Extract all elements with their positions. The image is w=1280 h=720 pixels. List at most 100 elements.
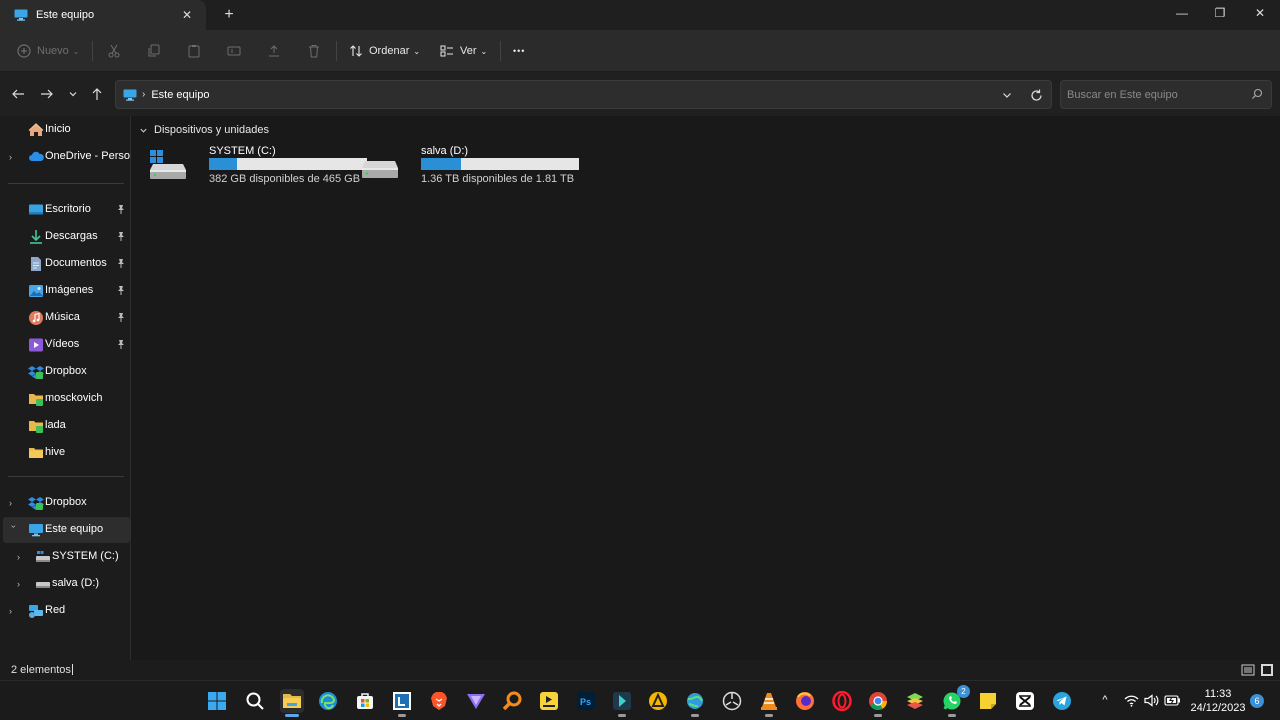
taskbar-brave[interactable]: [427, 689, 451, 713]
tiles-view-icon[interactable]: [1260, 663, 1274, 677]
taskbar-whatsapp[interactable]: 2: [940, 685, 970, 717]
cut-button[interactable]: [104, 41, 124, 61]
taskbar-chrome[interactable]: [866, 689, 890, 717]
drive-free-space: 1.36 TB disponibles de 1.81 TB: [421, 173, 575, 185]
taskbar-media-app[interactable]: [610, 689, 634, 717]
sort-button[interactable]: Ordenar ⌄: [349, 40, 420, 62]
sidebar-item-musica[interactable]: Música: [3, 305, 130, 331]
search-input[interactable]: [1067, 86, 1242, 104]
sidebar-item-system-c[interactable]: › SYSTEM (C:): [3, 544, 130, 570]
address-history-button[interactable]: [999, 87, 1015, 103]
taskbar-photoshop[interactable]: Ps: [574, 689, 598, 713]
notification-badge[interactable]: 6: [1250, 694, 1264, 708]
sidebar-item-este-equipo[interactable]: › Este equipo: [3, 517, 130, 543]
sidebar-item-inicio[interactable]: Inicio: [3, 117, 130, 143]
taskbar-vlc[interactable]: [757, 689, 781, 717]
taskbar-search-tool[interactable]: [500, 689, 524, 713]
start-button[interactable]: [205, 689, 229, 713]
forward-button[interactable]: [37, 84, 57, 104]
taskbar-proton-vpn[interactable]: [464, 689, 488, 713]
sidebar-item-imagenes[interactable]: Imágenes: [3, 278, 130, 304]
expand-icon[interactable]: ›: [17, 578, 27, 590]
taskbar-opera[interactable]: [830, 689, 854, 713]
breadcrumb-separator: ›: [142, 89, 146, 100]
search-box[interactable]: [1060, 80, 1272, 109]
clipboard-icon: [188, 45, 200, 58]
sidebar-item-onedrive[interactable]: › OneDrive - Personal: [3, 144, 130, 170]
sidebar-item-hive[interactable]: hive: [3, 440, 130, 466]
address-bar[interactable]: › Este equipo: [115, 80, 1052, 109]
sidebar-item-lada[interactable]: lada: [3, 413, 130, 439]
taskbar-capcut[interactable]: [1013, 689, 1037, 713]
taskbar-edge[interactable]: [316, 689, 340, 713]
close-window-button[interactable]: ✕: [1240, 0, 1280, 26]
taskbar-libreoffice[interactable]: [390, 689, 414, 717]
sidebar-item-documentos[interactable]: Documentos: [3, 251, 130, 277]
chevron-down-icon: [140, 128, 147, 133]
rename-button[interactable]: [224, 41, 244, 61]
new-button[interactable]: Nuevo ⌄: [17, 40, 80, 62]
tab-close-icon[interactable]: ✕: [180, 8, 194, 22]
taskbar-file-explorer[interactable]: [280, 689, 304, 717]
volume-icon[interactable]: [1144, 694, 1159, 707]
breadcrumb-este-equipo[interactable]: Este equipo: [151, 89, 209, 101]
taskbar-bluestacks[interactable]: [903, 689, 927, 713]
sidebar-item-mosckovich[interactable]: mosckovich: [3, 386, 130, 412]
pin-icon[interactable]: [116, 339, 126, 349]
taskbar-sticky-notes[interactable]: [976, 689, 1000, 713]
sidebar-item-red[interactable]: › Red: [3, 598, 130, 624]
new-tab-button[interactable]: +: [220, 6, 238, 24]
battery-icon[interactable]: [1164, 695, 1181, 706]
sidebar-item-label: Red: [45, 604, 66, 616]
minimize-button[interactable]: —: [1162, 0, 1202, 26]
tray-overflow-button[interactable]: ^: [1099, 694, 1111, 708]
back-button[interactable]: [8, 84, 28, 104]
clock[interactable]: 11:33 24/12/2023: [1186, 687, 1250, 715]
sidebar-item-videos[interactable]: Vídeos: [3, 332, 130, 358]
sidebar-item-escritorio[interactable]: Escritorio: [3, 197, 130, 223]
expand-icon[interactable]: ›: [9, 151, 19, 163]
expand-icon[interactable]: ›: [17, 551, 27, 563]
sidebar-item-descargas[interactable]: Descargas: [3, 224, 130, 250]
details-view-icon[interactable]: [1241, 663, 1255, 677]
sidebar-item-label: Descargas: [45, 230, 98, 242]
taskbar-camera-app[interactable]: [720, 689, 744, 713]
drive-tile-system-c[interactable]: SYSTEM (C:) 382 GB disponibles de 465 GB: [149, 144, 367, 188]
sidebar-item-dropbox[interactable]: › Dropbox: [3, 490, 130, 516]
pin-icon[interactable]: [116, 231, 126, 241]
more-options-button[interactable]: •••: [513, 40, 525, 62]
pin-icon[interactable]: [116, 285, 126, 295]
copy-button[interactable]: [144, 41, 164, 61]
taskbar-telegram[interactable]: [1050, 689, 1074, 713]
taskbar-globe-app[interactable]: [683, 689, 707, 717]
paste-button[interactable]: [184, 41, 204, 61]
taskbar-search-button[interactable]: [243, 689, 267, 713]
delete-button[interactable]: [304, 41, 324, 61]
group-header-devices[interactable]: Dispositivos y unidades: [139, 124, 269, 136]
tab-este-equipo[interactable]: Este equipo ✕: [0, 0, 206, 30]
refresh-button[interactable]: [1027, 86, 1045, 104]
taskbar-aimp[interactable]: [646, 689, 670, 713]
share-button[interactable]: [264, 41, 284, 61]
sidebar-item-dropbox-quick[interactable]: Dropbox: [3, 359, 130, 385]
wifi-icon[interactable]: [1124, 694, 1139, 707]
expand-icon[interactable]: ›: [9, 605, 19, 617]
expand-icon[interactable]: ›: [9, 497, 19, 509]
running-indicator: [398, 714, 406, 717]
sidebar-item-salva-d[interactable]: › salva (D:): [3, 571, 130, 597]
pin-icon[interactable]: [116, 258, 126, 268]
maximize-button[interactable]: ❐: [1200, 0, 1240, 26]
collapse-icon[interactable]: ›: [8, 525, 20, 535]
pin-icon[interactable]: [116, 312, 126, 322]
pin-icon[interactable]: [116, 204, 126, 214]
drive-tile-salva-d[interactable]: salva (D:) 1.36 TB disponibles de 1.81 T…: [361, 144, 579, 188]
taskbar-store[interactable]: [353, 689, 377, 713]
music-icon: [29, 311, 43, 325]
home-icon: [28, 123, 44, 136]
recent-locations-button[interactable]: [63, 84, 83, 104]
up-button[interactable]: [87, 84, 107, 104]
sidebar-item-label: Este equipo: [45, 523, 104, 535]
taskbar-firefox[interactable]: [793, 689, 817, 713]
taskbar-player[interactable]: [537, 689, 561, 713]
view-button[interactable]: Ver ⌄: [440, 40, 487, 62]
